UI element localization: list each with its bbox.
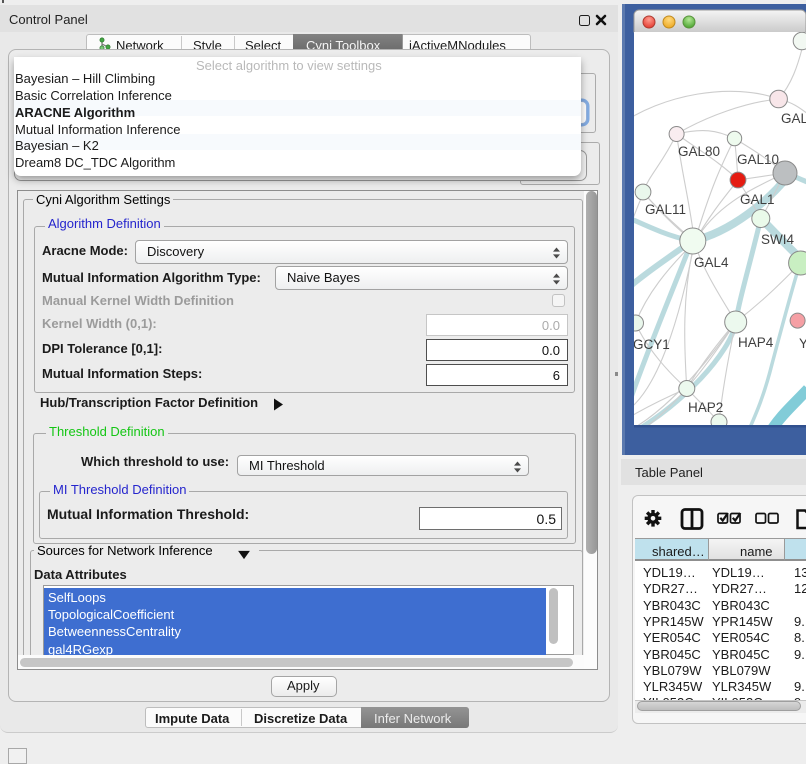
svg-text:GAL4: GAL4 (694, 255, 729, 270)
svg-text:GAL1: GAL1 (740, 192, 775, 207)
svg-text:GAL7: GAL7 (781, 111, 806, 126)
svg-text:GAL80: GAL80 (678, 144, 720, 159)
svg-text:HAP2: HAP2 (688, 400, 723, 415)
svg-text:GAL10: GAL10 (737, 152, 779, 167)
svg-text:HAP4: HAP4 (738, 335, 774, 350)
svg-text:GCY1: GCY1 (633, 337, 670, 352)
svg-text:Y: Y (799, 336, 806, 351)
svg-text:SWI4: SWI4 (761, 232, 794, 247)
svg-text:GAL11: GAL11 (645, 202, 686, 217)
